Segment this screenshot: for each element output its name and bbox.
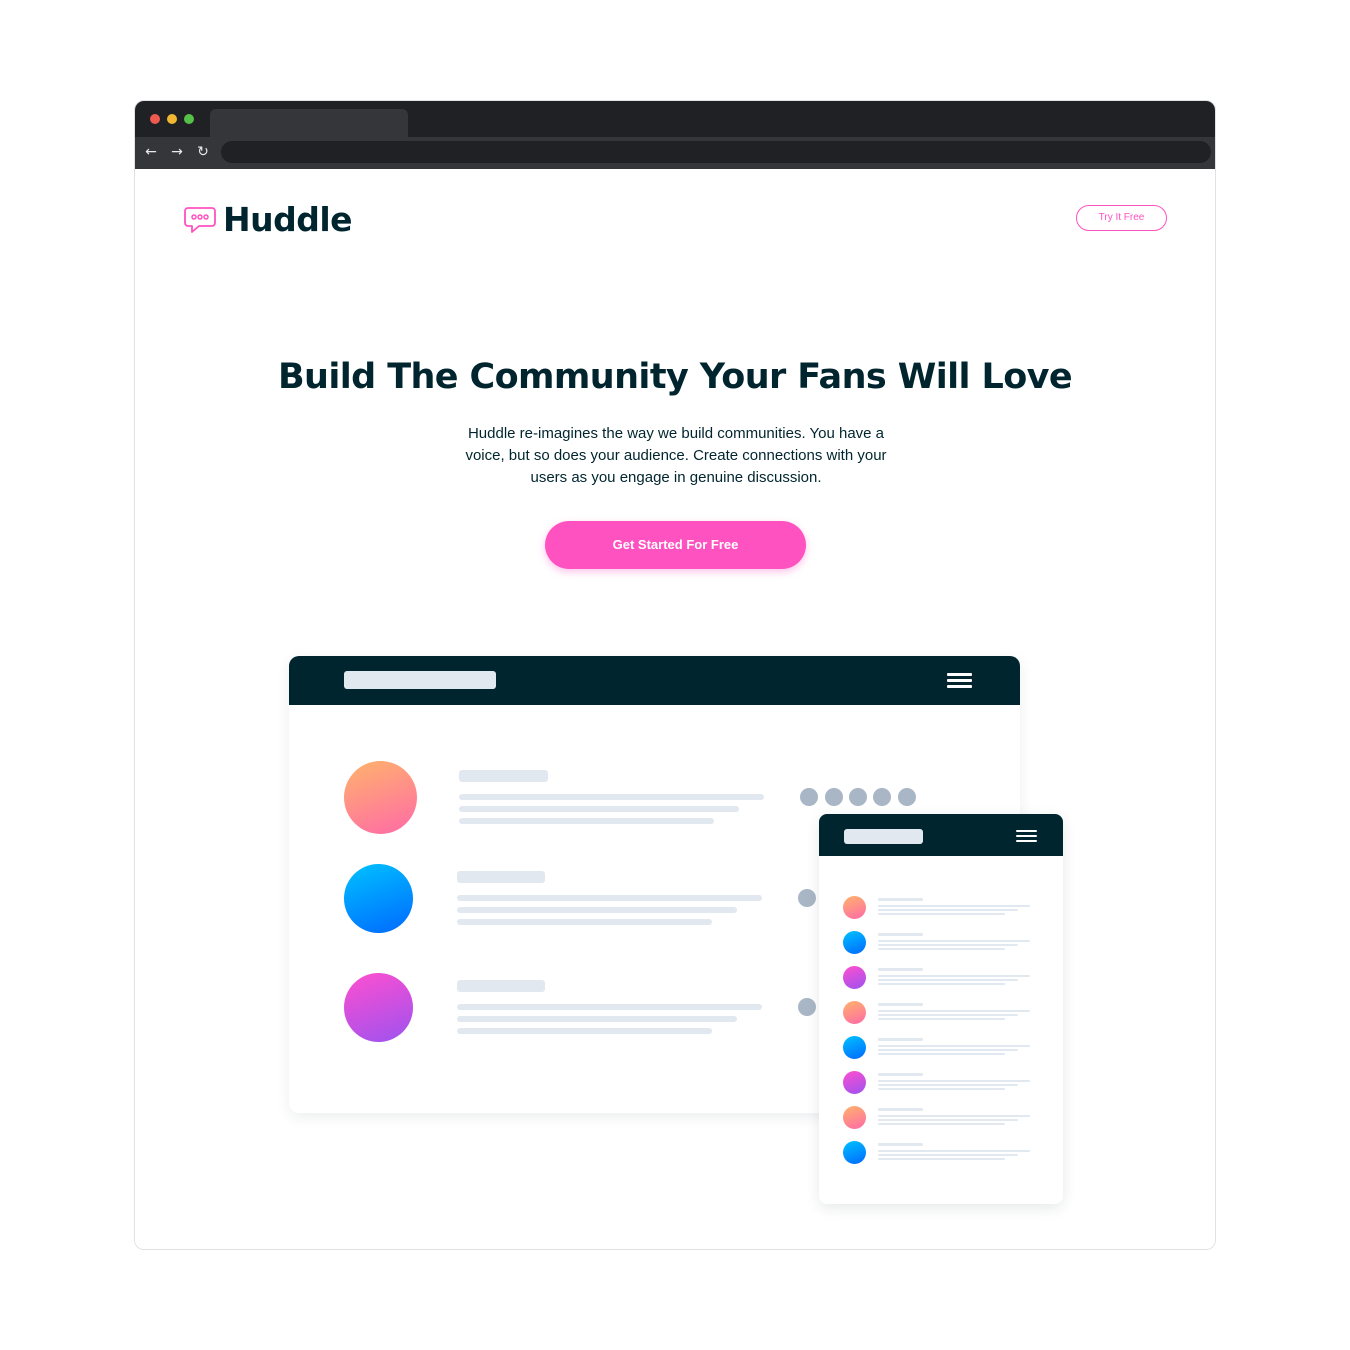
browser-toolbar: ← → ↻ [135,137,1215,169]
placeholder-line [878,948,1005,950]
browser-tab-bar [135,101,1215,137]
placeholder-line [878,1158,1005,1160]
placeholder-dot [849,788,867,806]
placeholder-line [878,1123,1005,1125]
browser-window: ← → ↻ Huddle Try It Free Build The Commu… [134,100,1216,1250]
minimize-window-button[interactable] [167,114,177,124]
avatar [843,931,866,954]
mockup-title-bar [844,829,923,844]
close-window-button[interactable] [150,114,160,124]
avatar [344,864,413,933]
placeholder-dot [800,788,818,806]
avatar [843,1106,866,1129]
placeholder-line [878,1053,1005,1055]
avatar [843,896,866,919]
placeholder-line [878,1088,1005,1090]
placeholder-line [878,933,923,936]
placeholder-line [878,1150,1030,1152]
placeholder-line [878,1045,1030,1047]
placeholder-dot [798,889,816,907]
logo[interactable]: Huddle [183,199,353,239]
placeholder-line [878,1018,1005,1020]
placeholder-line [457,871,545,883]
placeholder-line [878,944,1018,946]
placeholder-dot [873,788,891,806]
placeholder-line [878,898,923,901]
mobile-mockup-header [819,814,1063,856]
hamburger-menu-icon [947,673,972,688]
placeholder-dot [898,788,916,806]
placeholder-line [878,1119,1018,1121]
list-item [843,896,1033,920]
mobile-mockup-illustration [819,814,1063,1204]
hero-description: Huddle re-imagines the way we build comm… [465,425,887,486]
placeholder-line [457,907,737,913]
placeholder-line [878,1115,1030,1117]
placeholder-line [459,770,548,782]
hero-title: Build The Community Your Fans Will Love [277,357,1073,397]
placeholder-line [878,1010,1030,1012]
avatar [843,1141,866,1164]
avatar [843,966,866,989]
list-item [843,1036,1033,1060]
back-arrow-icon[interactable]: ← [141,141,161,163]
reload-icon[interactable]: ↻ [193,141,213,163]
placeholder-line [878,1073,923,1076]
hamburger-menu-icon [1016,830,1037,842]
get-started-button[interactable]: Get Started For Free [545,521,806,569]
placeholder-line [878,940,1030,942]
placeholder-line [878,983,1005,985]
placeholder-line [457,1028,712,1034]
list-item [843,1071,1033,1095]
avatar [344,761,417,834]
placeholder-dot [825,788,843,806]
try-it-free-button[interactable]: Try It Free [1076,205,1167,231]
avatar [843,1036,866,1059]
placeholder-line [878,968,923,971]
placeholder-line [457,1004,762,1010]
list-item [843,1001,1033,1025]
chat-bubble-icon [184,207,216,233]
placeholder-dot [798,998,816,1016]
placeholder-line [878,1049,1018,1051]
placeholder-line [878,1143,923,1146]
list-item [843,966,1033,990]
avatar [344,973,413,1042]
placeholder-line [878,1003,923,1006]
placeholder-line [457,980,545,992]
list-item [843,1141,1033,1165]
placeholder-line [457,895,762,901]
maximize-window-button[interactable] [184,114,194,124]
list-item [843,1106,1033,1130]
placeholder-line [878,1014,1018,1016]
mockup-header [289,656,1020,705]
placeholder-line [878,979,1018,981]
placeholder-line [457,919,712,925]
placeholder-line [459,794,764,800]
placeholder-line [878,1038,923,1041]
avatar [843,1071,866,1094]
mockup-title-bar [344,671,496,689]
browser-tab[interactable] [210,109,408,137]
placeholder-line [878,905,1030,907]
placeholder-line [878,909,1018,911]
avatar [843,1001,866,1024]
placeholder-line [459,818,714,824]
placeholder-line [878,975,1030,977]
address-bar[interactable] [221,141,1211,163]
placeholder-line [878,1108,923,1111]
forward-arrow-icon[interactable]: → [167,141,187,163]
placeholder-line [878,913,1005,915]
list-item [843,931,1033,955]
placeholder-line [878,1080,1030,1082]
landing-page: Huddle Try It Free Build The Community Y… [135,169,1215,1249]
placeholder-line [457,1016,737,1022]
placeholder-line [878,1154,1018,1156]
placeholder-line [459,806,739,812]
placeholder-line [878,1084,1018,1086]
brand-name: Huddle [223,199,353,239]
